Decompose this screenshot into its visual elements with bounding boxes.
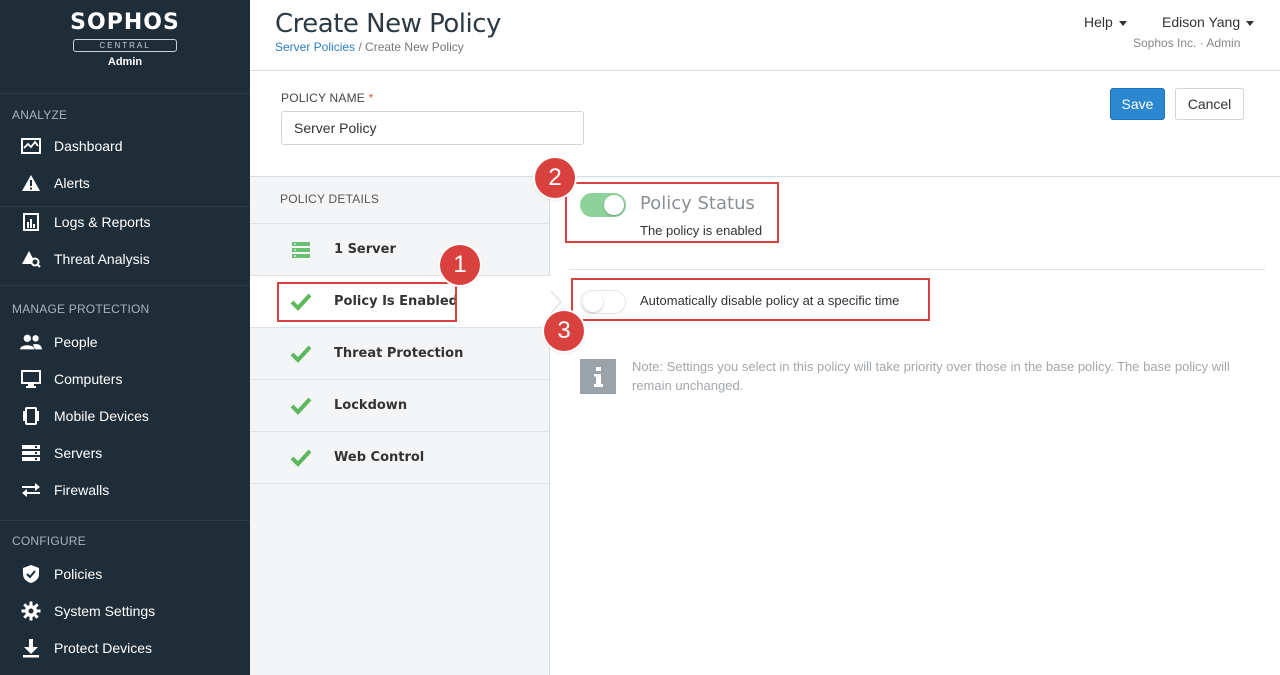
sidebar-item-servers[interactable]: Servers <box>0 434 250 471</box>
policy-content: Policy Status The policy is enabled Auto… <box>551 177 1280 675</box>
server-icon <box>20 443 42 463</box>
org-role: Sophos Inc. · Admin <box>1133 36 1241 50</box>
user-menu[interactable]: Edison Yang <box>1162 14 1255 30</box>
callout-badge-3: 3 <box>544 311 584 351</box>
brand-name: SOPHOS <box>70 10 180 35</box>
policy-name-label-text: POLICY NAME <box>281 91 366 105</box>
info-icon <box>580 359 616 394</box>
policy-details-heading: POLICY DETAILS <box>250 177 549 224</box>
sidebar-item-logs-reports[interactable]: Logs & Reports <box>0 203 250 240</box>
breadcrumb-server-policies[interactable]: Server Policies <box>275 40 355 54</box>
page-header: Create New Policy Server Policies / Crea… <box>250 0 1280 71</box>
divider <box>569 269 1265 270</box>
callout-badge-2: 2 <box>535 158 575 198</box>
mobile-icon <box>20 406 42 426</box>
nav-heading: CONFIGURE <box>12 534 86 548</box>
callout-highlight-policy-enabled <box>277 282 457 322</box>
details-item-web-control[interactable]: Web Control <box>250 432 549 484</box>
sidebar-item-label: Mobile Devices <box>54 407 149 424</box>
sidebar-item-protect-devices[interactable]: Protect Devices <box>0 629 250 666</box>
dashboard-icon <box>20 136 42 156</box>
nav-group-analyze-cont: Logs & Reports Threat Analysis <box>0 203 250 277</box>
details-item-label: Threat Protection <box>334 346 464 361</box>
sidebar-item-people[interactable]: People <box>0 323 250 360</box>
chevron-down-icon <box>1118 20 1127 26</box>
breadcrumb-current: Create New Policy <box>365 40 464 54</box>
reports-icon <box>20 212 42 232</box>
cancel-button[interactable]: Cancel <box>1175 88 1244 120</box>
download-icon <box>20 638 42 658</box>
people-icon <box>20 332 42 352</box>
callout-highlight-auto-disable <box>571 278 930 321</box>
nav-heading: MANAGE PROTECTION <box>12 302 150 316</box>
nav-section-configure: CONFIGURE Policies System Settings Prote… <box>0 522 250 666</box>
policy-name-input[interactable] <box>281 111 584 145</box>
check-icon <box>290 396 312 416</box>
sidebar-item-system-settings[interactable]: System Settings <box>0 592 250 629</box>
breadcrumb: Server Policies / Create New Policy <box>275 40 464 54</box>
nav-heading: ANALYZE <box>12 108 68 122</box>
save-button[interactable]: Save <box>1110 88 1165 120</box>
sidebar-item-alerts[interactable]: Alerts <box>0 164 250 201</box>
sidebar-item-label: Firewalls <box>54 481 110 498</box>
sidebar-item-label: Protect Devices <box>54 639 153 656</box>
sidebar-item-label: Logs & Reports <box>54 213 151 230</box>
policy-name-label: POLICY NAME * <box>281 91 373 105</box>
sidebar-item-firewalls[interactable]: Firewalls <box>0 471 250 508</box>
brand-product: CENTRAL <box>73 39 177 52</box>
server-stack-icon <box>290 240 312 260</box>
sidebar-item-label: Threat Analysis <box>54 250 150 267</box>
threat-analysis-icon <box>20 249 42 269</box>
sidebar: SOPHOS CENTRAL Admin ANALYZE Dashboard A… <box>0 0 250 675</box>
sidebar-item-threat-analysis[interactable]: Threat Analysis <box>0 240 250 277</box>
sidebar-item-label: Policies <box>54 565 103 582</box>
policy-name-section: POLICY NAME * Save Cancel <box>250 71 1280 177</box>
note-text: Note: Settings you select in this policy… <box>632 359 1230 393</box>
check-icon <box>290 448 312 468</box>
details-item-servers[interactable]: 1 Server <box>250 224 549 276</box>
sidebar-item-policies[interactable]: Policies <box>0 555 250 592</box>
sidebar-item-dashboard[interactable]: Dashboard <box>0 127 250 164</box>
nav-section-manage: MANAGE PROTECTION People Computers Mobil… <box>0 285 250 521</box>
help-menu[interactable]: Help <box>1084 14 1127 30</box>
sidebar-item-label: Alerts <box>54 174 90 191</box>
page-title: Create New Policy <box>275 9 501 39</box>
firewall-icon <box>20 480 42 500</box>
alert-icon <box>20 173 42 193</box>
sidebar-item-label: Servers <box>54 444 103 461</box>
breadcrumb-separator: / <box>355 40 366 54</box>
gear-icon <box>20 601 42 621</box>
sidebar-item-label: Computers <box>54 370 123 387</box>
details-item-label: 1 Server <box>334 242 396 257</box>
sidebar-item-computers[interactable]: Computers <box>0 360 250 397</box>
sidebar-item-label: People <box>54 333 98 350</box>
policy-details-nav: POLICY DETAILS 1 Server Policy Is Enable… <box>250 177 562 675</box>
computer-icon <box>20 369 42 389</box>
check-icon <box>290 344 312 364</box>
sidebar-item-label: System Settings <box>54 602 156 619</box>
callout-badge-1: 1 <box>440 245 480 285</box>
shield-icon <box>20 564 42 584</box>
user-name: Edison Yang <box>1162 14 1241 30</box>
nav-section-analyze: ANALYZE Dashboard Alerts <box>0 94 250 207</box>
required-mark: * <box>368 91 374 105</box>
details-item-lockdown[interactable]: Lockdown <box>250 380 549 432</box>
details-item-label: Web Control <box>334 450 425 465</box>
sidebar-item-label: Dashboard <box>54 137 123 154</box>
chevron-down-icon <box>1246 20 1255 26</box>
brand-logo[interactable]: SOPHOS CENTRAL Admin <box>0 0 250 94</box>
details-item-threat-protection[interactable]: Threat Protection <box>250 328 549 380</box>
callout-highlight-policy-status <box>565 182 779 243</box>
sidebar-item-mobile-devices[interactable]: Mobile Devices <box>0 397 250 434</box>
help-label: Help <box>1084 14 1113 30</box>
brand-role: Admin <box>107 56 143 68</box>
details-item-label: Lockdown <box>334 398 408 413</box>
